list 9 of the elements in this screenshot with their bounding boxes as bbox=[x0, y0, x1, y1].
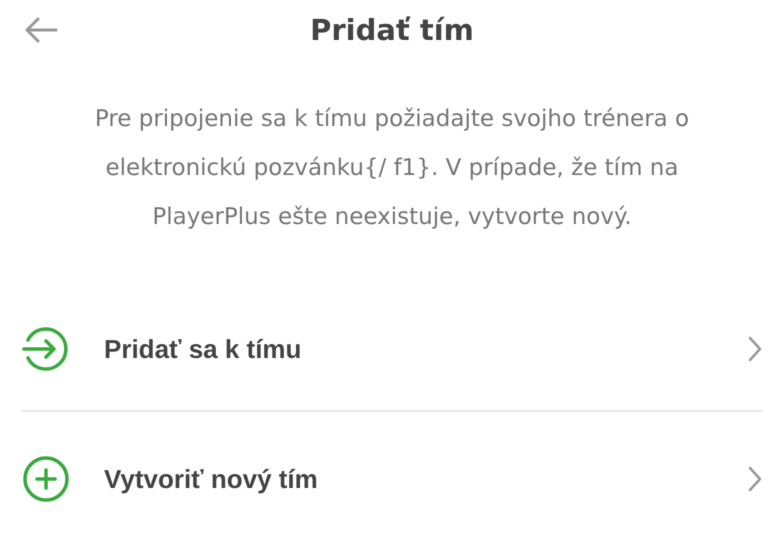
back-arrow-icon bbox=[24, 16, 58, 44]
chevron-right-icon bbox=[748, 336, 762, 362]
plus-circle-icon bbox=[22, 455, 70, 503]
option-row[interactable]: Vytvoriť nový tím bbox=[22, 410, 762, 546]
option-row[interactable]: Pridať sa k tímu bbox=[22, 288, 762, 410]
description-text: Pre pripojenie sa k tímu požiadajte svojho trénera o elektronickú pozvánku{/ f1}. V prípade, že tím na PlayerPlus ešte neexistuje, vytvorte nový. bbox=[94, 105, 690, 232]
chevron-right-icon bbox=[748, 466, 762, 492]
page-title: Pridať tím bbox=[310, 12, 474, 46]
arrow-in-circle-icon bbox=[22, 325, 70, 373]
